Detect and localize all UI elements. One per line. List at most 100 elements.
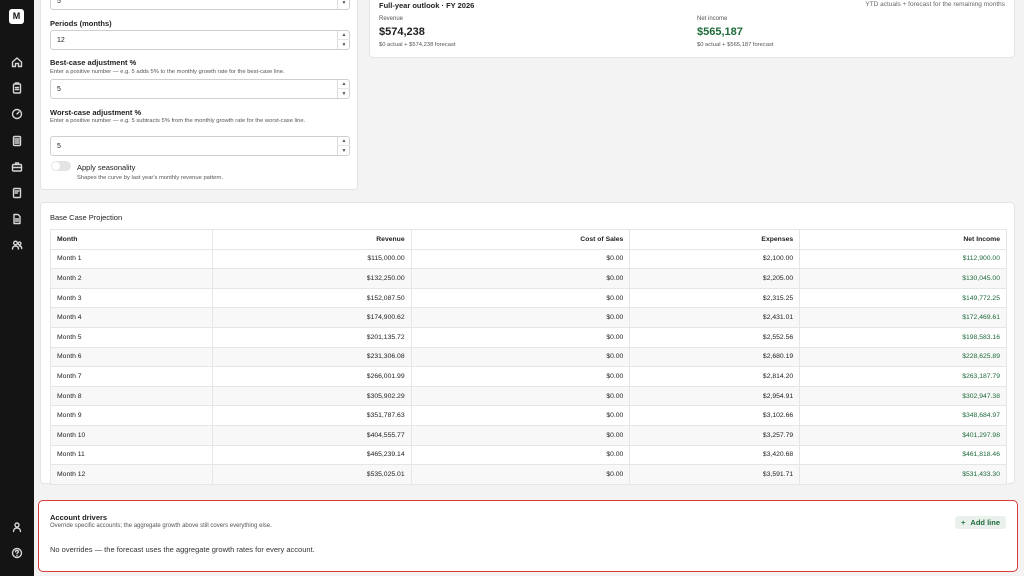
drivers-title: Account drivers: [50, 513, 108, 522]
worst-case-label: Worst-case adjustment %: [50, 108, 142, 117]
table-cell: $152,087.50: [211, 287, 412, 309]
table-row: Month 12 $535,025.01 $0.00 $3,591.71 $531,43…: [50, 464, 1007, 485]
best-case-help: Enter a positive number — e.g. 5 adds 5%…: [50, 69, 285, 75]
drivers-empty-state: No overrides — the forecast uses the agg…: [50, 545, 315, 554]
document-icon[interactable]: [9, 211, 25, 227]
report-icon[interactable]: [9, 185, 25, 201]
table-cell: Month 3: [50, 287, 213, 309]
table-cell: $3,257.79: [629, 424, 801, 446]
table-cell: $401,297.98: [799, 424, 1007, 446]
net-income-breakdown: $0 actual + $565,187 forecast: [697, 42, 774, 48]
chevron-up-icon[interactable]: ▲: [338, 80, 350, 89]
table-row: Month 2 $132,250.00 $0.00 $2,205.00 $130,045…: [50, 268, 1007, 289]
base-case-projection-card: Base Case Projection Month Revenue Cost of…: [40, 202, 1015, 485]
chevron-up-icon[interactable]: ▲: [338, 137, 350, 146]
net-income-label: Net income: [697, 16, 728, 22]
table-cell: $0.00: [410, 366, 631, 387]
seasonality-toggle[interactable]: [51, 161, 71, 171]
users-icon[interactable]: [9, 237, 25, 253]
table-cell: $198,583.16: [799, 326, 1007, 348]
growth-rate-input[interactable]: 5 ▼: [50, 0, 350, 10]
net-income-value: $565,187: [697, 26, 743, 38]
periods-label: Periods (months): [50, 19, 112, 28]
chevron-down-icon[interactable]: ▼: [338, 146, 350, 155]
growth-rate-value: 5: [57, 0, 61, 5]
gauge-icon[interactable]: [9, 106, 25, 122]
outlook-title: Full-year outlook · FY 2026: [379, 1, 475, 10]
column-header: Net Income: [799, 229, 1007, 250]
table-cell: $172,469.61: [799, 307, 1007, 328]
best-case-value: 5: [57, 86, 61, 93]
table-cell: $2,100.00: [629, 248, 801, 270]
table-cell: $531,433.30: [799, 464, 1007, 485]
table-cell: $2,680.19: [629, 346, 801, 368]
app-logo[interactable]: M: [9, 9, 24, 24]
table-cell: $174,900.62: [211, 307, 412, 328]
periods-stepper[interactable]: ▲ ▼: [337, 31, 350, 49]
revenue-label: Revenue: [379, 16, 404, 22]
chevron-up-icon[interactable]: ▲: [338, 31, 350, 40]
table-cell: $3,102.66: [629, 405, 801, 426]
table-cell: $0.00: [410, 346, 631, 368]
table-cell: $302,947.38: [799, 385, 1007, 407]
full-year-outlook-card: Full-year outlook · FY 2026 YTD actuals …: [369, 0, 1015, 58]
revenue-breakdown: $0 actual + $574,238 forecast: [379, 42, 456, 48]
add-line-label: Add line: [970, 518, 1000, 527]
worst-case-stepper[interactable]: ▲ ▼: [337, 137, 350, 155]
home-icon[interactable]: [9, 54, 25, 70]
add-line-button[interactable]: + Add line: [955, 516, 1006, 529]
table-cell: $351,787.63: [211, 405, 412, 426]
table-cell: $201,135.72: [211, 326, 412, 348]
sidebar: M: [0, 0, 34, 576]
table-row: Month 11 $465,239.14 $0.00 $3,420.68 $461,81…: [50, 444, 1007, 466]
clipboard-icon[interactable]: [9, 80, 25, 96]
growth-rate-stepper[interactable]: ▼: [337, 0, 349, 9]
help-icon[interactable]: [9, 545, 25, 561]
table-cell: $465,239.14: [211, 444, 412, 466]
table-cell: $0.00: [410, 326, 631, 348]
briefcase-icon[interactable]: [9, 159, 25, 175]
table-cell: $2,315.25: [629, 287, 801, 309]
table-row: Month 10 $404,555.77 $0.00 $3,257.79 $401,29…: [50, 424, 1007, 446]
chevron-down-icon[interactable]: ▼: [338, 89, 350, 98]
drivers-subtitle: Override specific accounts; the aggregat…: [50, 523, 272, 529]
table-cell: $0.00: [410, 464, 631, 485]
worst-case-value: 5: [57, 143, 61, 150]
seasonality-label: Apply seasonality: [77, 163, 136, 172]
table-cell: $0.00: [410, 268, 631, 289]
worst-case-help: Enter a positive number — e.g. 5 subtrac…: [50, 118, 306, 124]
table-cell: Month 4: [50, 307, 213, 328]
table-cell: Month 12: [50, 464, 213, 485]
best-case-input[interactable]: 5 ▲ ▼: [50, 79, 350, 99]
revenue-value: $574,238: [379, 26, 425, 38]
periods-value: 12: [57, 37, 65, 44]
table-cell: $348,684.97: [799, 405, 1007, 426]
projection-title: Base Case Projection: [50, 213, 123, 222]
table-cell: $2,431.01: [629, 307, 801, 328]
chevron-down-icon[interactable]: ▼: [338, 40, 350, 49]
table-cell: $130,045.00: [799, 268, 1007, 289]
table-cell: Month 6: [50, 346, 213, 368]
chevron-down-icon[interactable]: ▼: [338, 0, 350, 9]
ledger-icon[interactable]: [9, 133, 25, 149]
table-row: Month 5 $201,135.72 $0.00 $2,552.56 $198,583…: [50, 326, 1007, 348]
table-cell: $535,025.01: [211, 464, 412, 485]
user-icon[interactable]: [9, 519, 25, 535]
table-cell: $0.00: [410, 248, 631, 270]
table-cell: $2,552.56: [629, 326, 801, 348]
table-cell: $0.00: [410, 287, 631, 309]
worst-case-input[interactable]: 5 ▲ ▼: [50, 136, 350, 156]
column-header: Cost of Sales: [410, 229, 631, 250]
table-cell: Month 1: [50, 248, 213, 270]
table-cell: $228,625.89: [799, 346, 1007, 368]
table-cell: $115,000.00: [211, 248, 412, 270]
table-cell: Month 8: [50, 385, 213, 407]
table-cell: $263,187.79: [799, 366, 1007, 387]
best-case-stepper[interactable]: ▲ ▼: [337, 80, 350, 98]
table-cell: Month 9: [50, 405, 213, 426]
table-cell: $0.00: [410, 444, 631, 466]
table-row: Month 3 $152,087.50 $0.00 $2,315.25 $149,772…: [50, 287, 1007, 309]
seasonality-help: Shapes the curve by last year's monthly …: [77, 175, 224, 181]
table-cell: $0.00: [410, 424, 631, 446]
periods-input[interactable]: 12 ▲ ▼: [50, 30, 350, 50]
